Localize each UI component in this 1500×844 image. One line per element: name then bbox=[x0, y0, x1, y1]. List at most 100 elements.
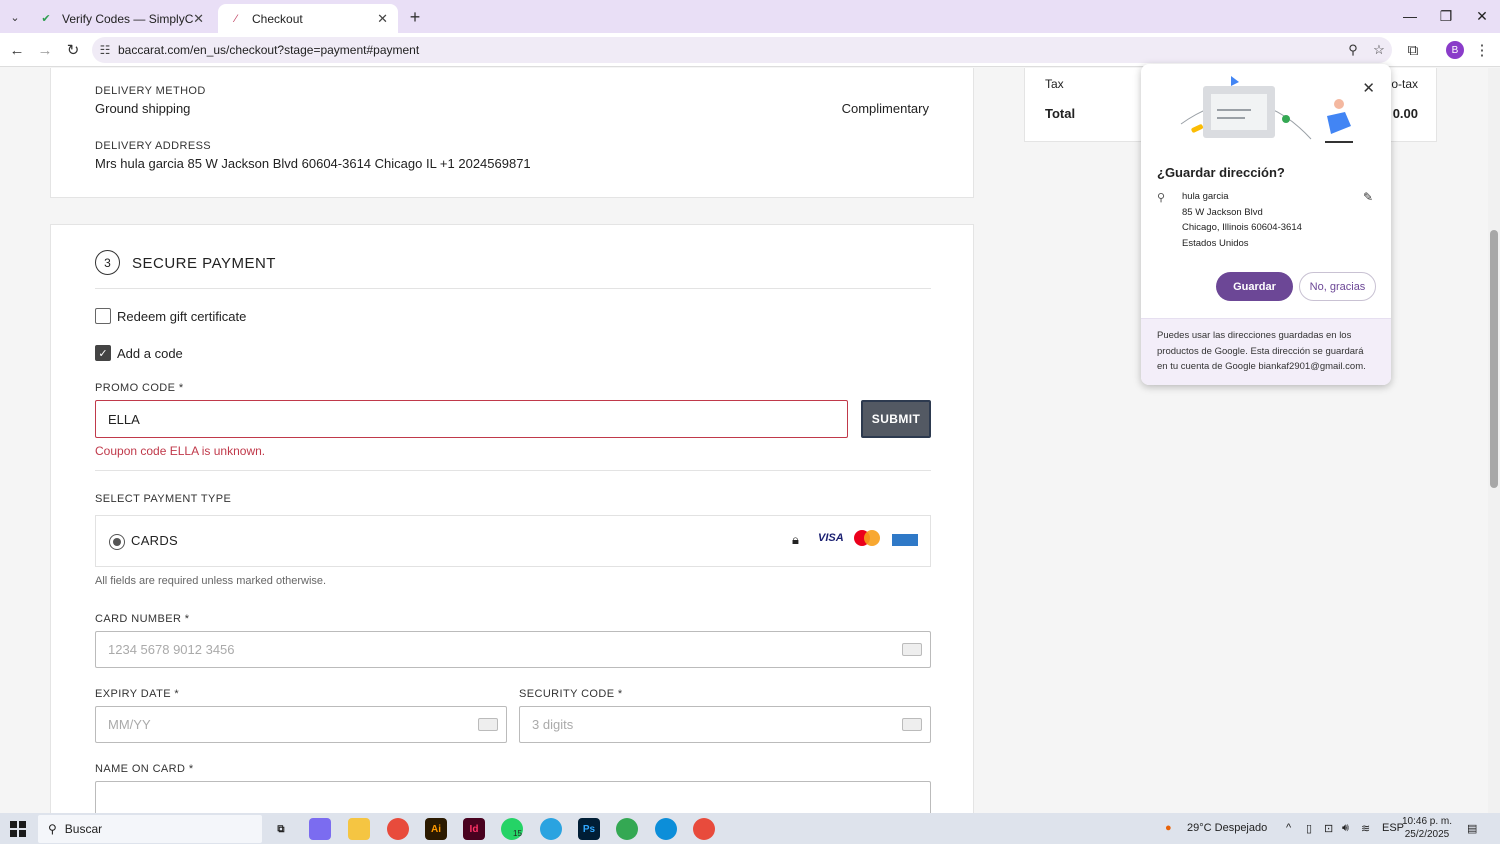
simplycodes-favicon-icon: ✔ bbox=[41, 13, 51, 25]
profile-avatar[interactable]: B bbox=[1446, 41, 1464, 59]
minimize-icon[interactable]: — bbox=[1392, 4, 1428, 28]
promo-code-input[interactable]: ELLA bbox=[95, 400, 848, 438]
bookmark-star-icon[interactable]: ☆ bbox=[1366, 42, 1392, 58]
telegram-icon[interactable] bbox=[540, 818, 562, 840]
tab-checkout[interactable]: ⁄ Checkout ✕ bbox=[218, 4, 398, 33]
visa-logo-icon: VISA bbox=[818, 532, 844, 544]
expiry-placeholder: MM/YY bbox=[108, 717, 151, 732]
tab-search-chevron-icon[interactable]: ⌄ bbox=[4, 6, 26, 28]
delivery-method-label: DELIVERY METHOD bbox=[95, 85, 206, 97]
weather-icon: ● bbox=[1165, 822, 1172, 834]
battery-icon[interactable]: ▯ bbox=[1306, 822, 1312, 835]
add-code-label[interactable]: Add a code bbox=[117, 346, 183, 361]
reload-icon[interactable]: ↻ bbox=[61, 38, 85, 62]
delivery-address-label: DELIVERY ADDRESS bbox=[95, 140, 212, 152]
close-tab-icon[interactable]: ✕ bbox=[193, 11, 204, 27]
select-payment-type-label: SELECT PAYMENT TYPE bbox=[95, 493, 232, 505]
redeem-gift-checkbox[interactable] bbox=[95, 308, 111, 324]
location-pin-icon: ⚲ bbox=[1157, 192, 1166, 204]
tab-strip: ⌄ ✔ Verify Codes — SimplyCodes ✕ ⁄ Check… bbox=[0, 0, 1500, 33]
taskbar-search[interactable]: ⚲ Buscar bbox=[38, 815, 262, 843]
security-code-label: SECURITY CODE * bbox=[519, 688, 623, 700]
illustrator-icon[interactable]: Ai bbox=[425, 818, 447, 840]
name-on-card-label: NAME ON CARD * bbox=[95, 763, 194, 775]
step-number-badge: 3 bbox=[95, 250, 120, 275]
address-line: 85 W Jackson Blvd bbox=[1182, 207, 1263, 218]
decline-button[interactable]: No, gracias bbox=[1299, 272, 1376, 301]
indesign-icon[interactable]: Id bbox=[463, 818, 485, 840]
submit-promo-button[interactable]: SUBMIT bbox=[861, 400, 931, 438]
system-clock[interactable]: 10:46 p. m. 25/2/2025 bbox=[1398, 815, 1456, 841]
address-bar: ← → ↻ ☷ baccarat.com/en_us/checkout?stag… bbox=[0, 33, 1500, 67]
close-tab-icon[interactable]: ✕ bbox=[377, 11, 388, 27]
delivery-address-value: Mrs hula garcia 85 W Jackson Blvd 60604-… bbox=[95, 156, 531, 171]
back-icon[interactable]: ← bbox=[5, 38, 29, 62]
secure-payment-card: 3 SECURE PAYMENT Redeem gift certificate… bbox=[50, 224, 974, 813]
url-text[interactable]: baccarat.com/en_us/checkout?stage=paymen… bbox=[118, 43, 1340, 57]
required-fields-note: All fields are required unless marked ot… bbox=[95, 575, 327, 587]
name-on-card-input[interactable] bbox=[95, 781, 931, 813]
delivery-summary-card: DELIVERY METHOD Ground shipping Complime… bbox=[50, 68, 974, 198]
chrome-profile-icon[interactable] bbox=[616, 818, 638, 840]
forward-icon[interactable]: → bbox=[33, 38, 57, 62]
menu-kebab-icon[interactable]: ⋮ bbox=[1470, 38, 1494, 62]
mastercard-logo-icon bbox=[854, 530, 882, 548]
copilot-icon[interactable] bbox=[309, 818, 331, 840]
address-line: hula garcia bbox=[1182, 191, 1229, 202]
whatsapp-badge: 15 bbox=[513, 829, 522, 838]
delivery-method-price: Complimentary bbox=[841, 101, 929, 116]
network-icon[interactable]: ≋ bbox=[1361, 822, 1370, 835]
total-value: 0.00 bbox=[1392, 106, 1418, 121]
chrome-active-icon[interactable] bbox=[693, 818, 715, 840]
extensions-icon[interactable]: ⧉ bbox=[1401, 38, 1425, 62]
new-tab-icon[interactable]: + bbox=[404, 6, 426, 28]
cards-payment-option[interactable]: CARDS 🔒︎ VISA bbox=[95, 515, 931, 567]
clock-time: 10:46 p. m. bbox=[1401, 816, 1453, 827]
card-number-placeholder: 1234 5678 9012 3456 bbox=[108, 642, 235, 657]
cards-label: CARDS bbox=[131, 533, 179, 548]
card-number-label: CARD NUMBER * bbox=[95, 613, 190, 625]
security-code-input[interactable]: 3 digits bbox=[519, 706, 931, 743]
task-view-icon[interactable]: ⧉ bbox=[270, 818, 292, 840]
site-info-icon[interactable]: ☷ bbox=[92, 43, 118, 57]
tab-simplycodes[interactable]: ✔ Verify Codes — SimplyCodes ✕ bbox=[28, 4, 214, 33]
tab-title: Verify Codes — SimplyCodes bbox=[62, 11, 194, 26]
security-placeholder: 3 digits bbox=[532, 717, 574, 732]
edge-icon[interactable] bbox=[655, 818, 677, 840]
save-address-button[interactable]: Guardar bbox=[1216, 272, 1293, 301]
file-explorer-icon[interactable] bbox=[348, 818, 370, 840]
redeem-gift-label[interactable]: Redeem gift certificate bbox=[117, 309, 246, 324]
promo-code-label: PROMO CODE * bbox=[95, 382, 184, 394]
restore-icon[interactable]: ❐ bbox=[1428, 4, 1464, 28]
close-window-icon[interactable]: ✕ bbox=[1464, 4, 1500, 28]
expiry-date-input[interactable]: MM/YY bbox=[95, 706, 507, 743]
omnibox[interactable]: ☷ baccarat.com/en_us/checkout?stage=paym… bbox=[92, 37, 1392, 63]
promo-error-message: Coupon code ELLA is unknown. bbox=[95, 444, 266, 458]
section-title: SECURE PAYMENT bbox=[132, 255, 276, 272]
address-line: Estados Unidos bbox=[1182, 238, 1249, 249]
total-label: Total bbox=[1045, 106, 1076, 121]
delivery-method-value: Ground shipping bbox=[95, 101, 191, 116]
app-tray-icon[interactable]: ⊡ bbox=[1324, 822, 1333, 835]
scrollbar-thumb[interactable] bbox=[1490, 230, 1498, 488]
windows-taskbar: ⚲ Buscar ⧉ Ai Id 15 Ps ● 29°C Despejado … bbox=[0, 813, 1500, 844]
lock-icon: 🔒︎ bbox=[792, 532, 799, 547]
cards-radio[interactable] bbox=[109, 534, 125, 550]
weather-text[interactable]: 29°C Despejado bbox=[1187, 822, 1267, 834]
card-number-input[interactable]: 1234 5678 9012 3456 bbox=[95, 631, 931, 668]
page-scrollbar[interactable] bbox=[1488, 68, 1500, 813]
notifications-icon[interactable]: ▤ bbox=[1467, 822, 1477, 835]
close-popup-icon[interactable]: ✕ bbox=[1362, 79, 1375, 97]
windows-start-icon[interactable] bbox=[10, 821, 26, 837]
chrome-icon[interactable] bbox=[387, 818, 409, 840]
photoshop-icon[interactable]: Ps bbox=[578, 818, 600, 840]
save-address-popup: ✕ ¿Guardar dirección? ⚲ hula garcia 85 W… bbox=[1141, 64, 1391, 385]
add-code-checkbox[interactable]: ✓ bbox=[95, 345, 111, 361]
tray-chevron-icon[interactable]: ^ bbox=[1286, 822, 1291, 834]
tax-value: o-tax bbox=[1391, 77, 1418, 91]
divider bbox=[95, 288, 931, 289]
location-pin-icon[interactable]: ⚲ bbox=[1340, 42, 1366, 58]
popup-title: ¿Guardar dirección? bbox=[1157, 165, 1285, 180]
edit-pencil-icon[interactable]: ✎ bbox=[1363, 190, 1373, 204]
volume-icon[interactable]: 🔊︎ bbox=[1342, 822, 1349, 835]
